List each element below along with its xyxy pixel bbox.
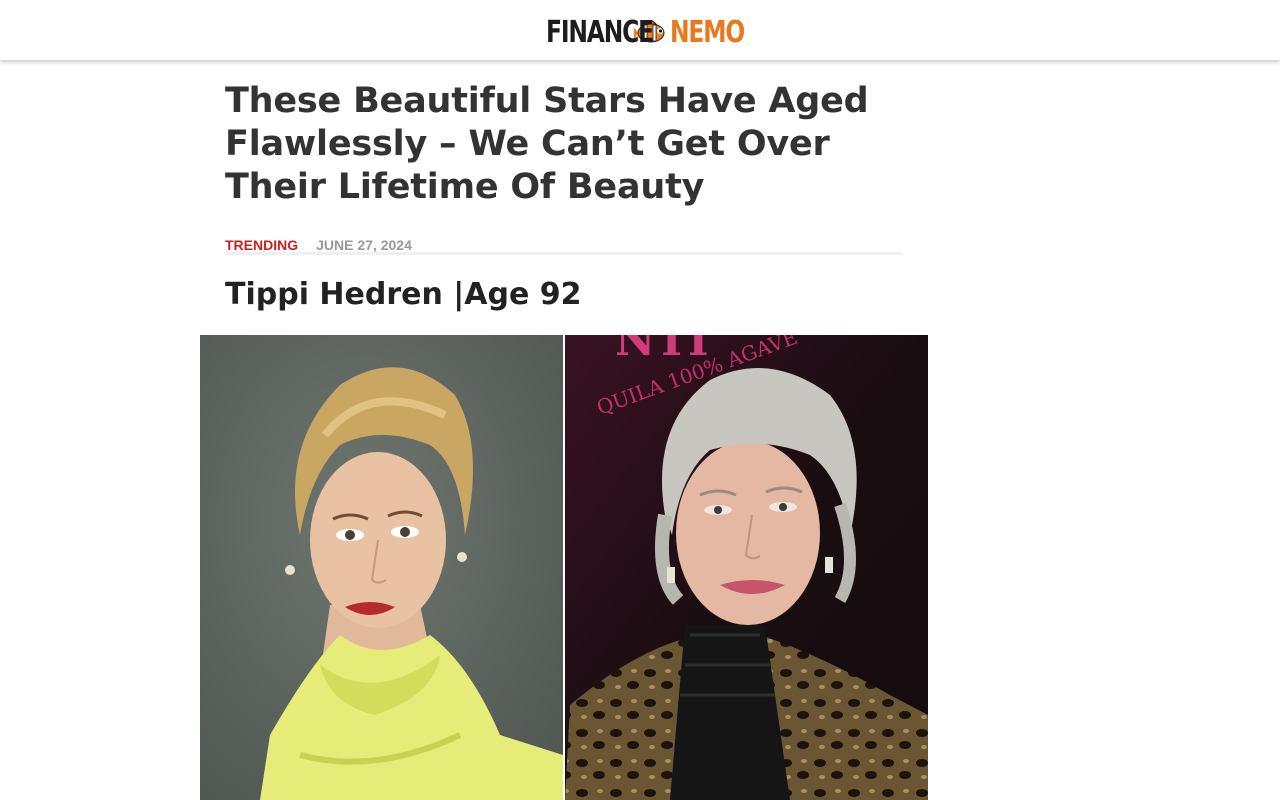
photo-then	[200, 335, 563, 800]
article-title: These Beautiful Stars Have Aged Flawless…	[225, 81, 869, 207]
article-image: NTI QUILA 100% AGAVE	[200, 335, 928, 800]
category-link[interactable]: TRENDING	[225, 237, 298, 253]
site-logo[interactable]: FINANCE NEMO	[546, 14, 745, 50]
site-header: FINANCE NEMO	[0, 0, 1280, 60]
publish-date: JUNE 27, 2024	[316, 237, 412, 253]
photo-now: NTI QUILA 100% AGAVE	[565, 335, 928, 800]
section-heading: Tippi Hedren |Age 92	[225, 277, 582, 312]
logo-text-finance: FINANCE	[546, 14, 654, 50]
logo-text-nemo: NEMO	[670, 14, 745, 50]
article: These Beautiful Stars Have Aged Flawless…	[225, 80, 905, 312]
meta-divider	[225, 252, 903, 255]
